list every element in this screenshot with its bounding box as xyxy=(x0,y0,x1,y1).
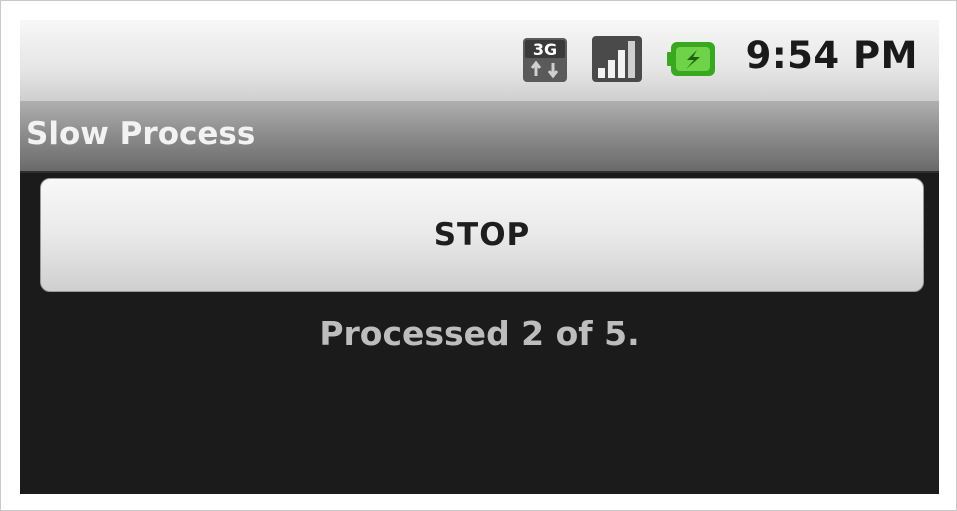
3g-data-icon: 3G xyxy=(523,38,567,82)
device-screen: 3G 9:54 PM Slow Process STOP Processed 2… xyxy=(20,20,939,494)
screenshot-frame: 3G 9:54 PM Slow Process STOP Processed 2… xyxy=(0,0,957,511)
battery-charging-icon xyxy=(667,42,715,76)
network-type-label: 3G xyxy=(533,40,557,59)
signal-strength-icon xyxy=(592,36,642,82)
stop-button[interactable]: STOP xyxy=(40,178,924,292)
status-clock: 9:54 PM xyxy=(745,34,918,77)
app-title: Slow Process xyxy=(26,116,256,152)
progress-status-text: Processed 2 of 5. xyxy=(319,314,640,353)
status-bar: 3G 9:54 PM xyxy=(20,20,939,101)
app-title-bar: Slow Process xyxy=(20,101,939,173)
stop-button-label: STOP xyxy=(433,217,531,253)
